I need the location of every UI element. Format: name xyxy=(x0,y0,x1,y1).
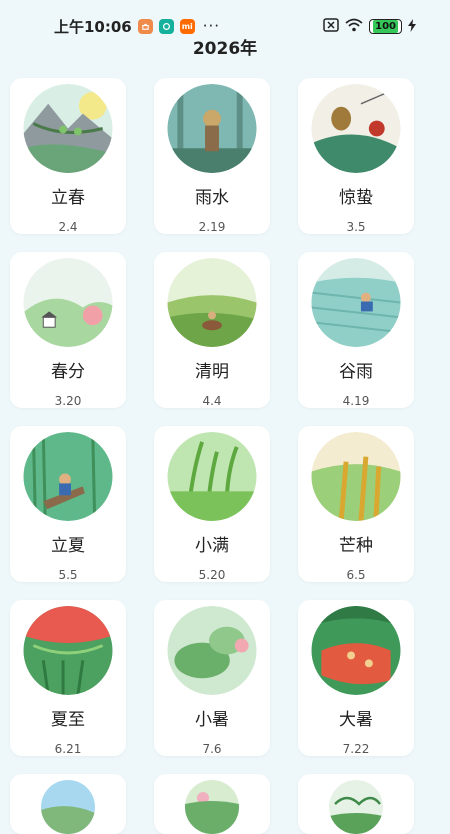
app-green-icon xyxy=(158,18,174,34)
mi-icon: mi xyxy=(179,18,195,34)
term-illustration xyxy=(167,432,257,521)
term-name: 惊蛰 xyxy=(339,188,373,208)
wifi-icon xyxy=(345,17,363,36)
term-card[interactable]: 谷雨 4.19 xyxy=(298,252,414,408)
term-illustration xyxy=(311,258,401,347)
term-name: 立春 xyxy=(51,188,85,208)
term-illustration xyxy=(23,258,113,347)
term-illustration xyxy=(23,84,113,173)
term-date: 6.21 xyxy=(54,742,82,756)
term-illustration xyxy=(185,780,239,834)
term-card[interactable]: 芒种 6.5 xyxy=(298,426,414,582)
term-name: 夏至 xyxy=(51,710,85,730)
term-card[interactable]: 雨水 2.19 xyxy=(154,78,270,234)
term-date: 7.6 xyxy=(202,742,222,756)
term-name: 春分 xyxy=(51,362,85,382)
term-illustration xyxy=(311,606,401,695)
term-illustration xyxy=(329,780,383,834)
term-card[interactable]: 小暑 7.6 xyxy=(154,600,270,756)
term-name: 芒种 xyxy=(339,536,373,556)
term-date: 3.20 xyxy=(54,394,82,408)
term-date: 2.4 xyxy=(58,220,78,234)
term-illustration xyxy=(23,432,113,521)
solar-terms-grid: 立春 2.4 雨水 2.19 惊蛰 3.5 春分 3.20 清明 4.4 谷雨 … xyxy=(10,78,440,834)
term-illustration xyxy=(167,258,257,347)
term-name: 雨水 xyxy=(195,188,229,208)
term-card[interactable]: 夏至 6.21 xyxy=(10,600,126,756)
term-date: 5.20 xyxy=(198,568,226,582)
term-name: 清明 xyxy=(195,362,229,382)
term-name: 立夏 xyxy=(51,536,85,556)
term-illustration xyxy=(23,606,113,695)
term-card[interactable]: 春分 3.20 xyxy=(10,252,126,408)
term-card[interactable]: 大暑 7.22 xyxy=(298,600,414,756)
taobao-icon xyxy=(137,18,153,34)
battery-level: 100 xyxy=(373,19,398,33)
no-sim-icon xyxy=(323,17,339,36)
term-card-partial[interactable] xyxy=(10,774,126,834)
charging-icon xyxy=(408,17,416,36)
term-card[interactable]: 惊蛰 3.5 xyxy=(298,78,414,234)
year-title: 2026年 xyxy=(192,39,258,59)
term-name: 谷雨 xyxy=(339,362,373,382)
term-card-partial[interactable] xyxy=(298,774,414,834)
term-illustration xyxy=(167,84,257,173)
term-card[interactable]: 立夏 5.5 xyxy=(10,426,126,582)
term-illustration xyxy=(311,84,401,173)
term-card[interactable]: 清明 4.4 xyxy=(154,252,270,408)
term-date: 4.4 xyxy=(202,394,222,408)
term-card[interactable]: 立春 2.4 xyxy=(10,78,126,234)
more-notifications-icon: ··· xyxy=(202,17,221,35)
term-illustration xyxy=(311,432,401,521)
term-illustration xyxy=(167,606,257,695)
term-card-partial[interactable] xyxy=(154,774,270,834)
term-date: 6.5 xyxy=(346,568,366,582)
term-date: 5.5 xyxy=(58,568,78,582)
term-card[interactable]: 小满 5.20 xyxy=(154,426,270,582)
term-name: 小暑 xyxy=(195,710,229,730)
battery-icon: 100 xyxy=(369,18,402,34)
term-date: 7.22 xyxy=(342,742,370,756)
term-date: 2.19 xyxy=(198,220,226,234)
term-date: 4.19 xyxy=(342,394,370,408)
term-date: 3.5 xyxy=(346,220,366,234)
term-illustration xyxy=(41,780,95,834)
term-name: 小满 xyxy=(195,536,229,556)
term-name: 大暑 xyxy=(339,710,373,730)
